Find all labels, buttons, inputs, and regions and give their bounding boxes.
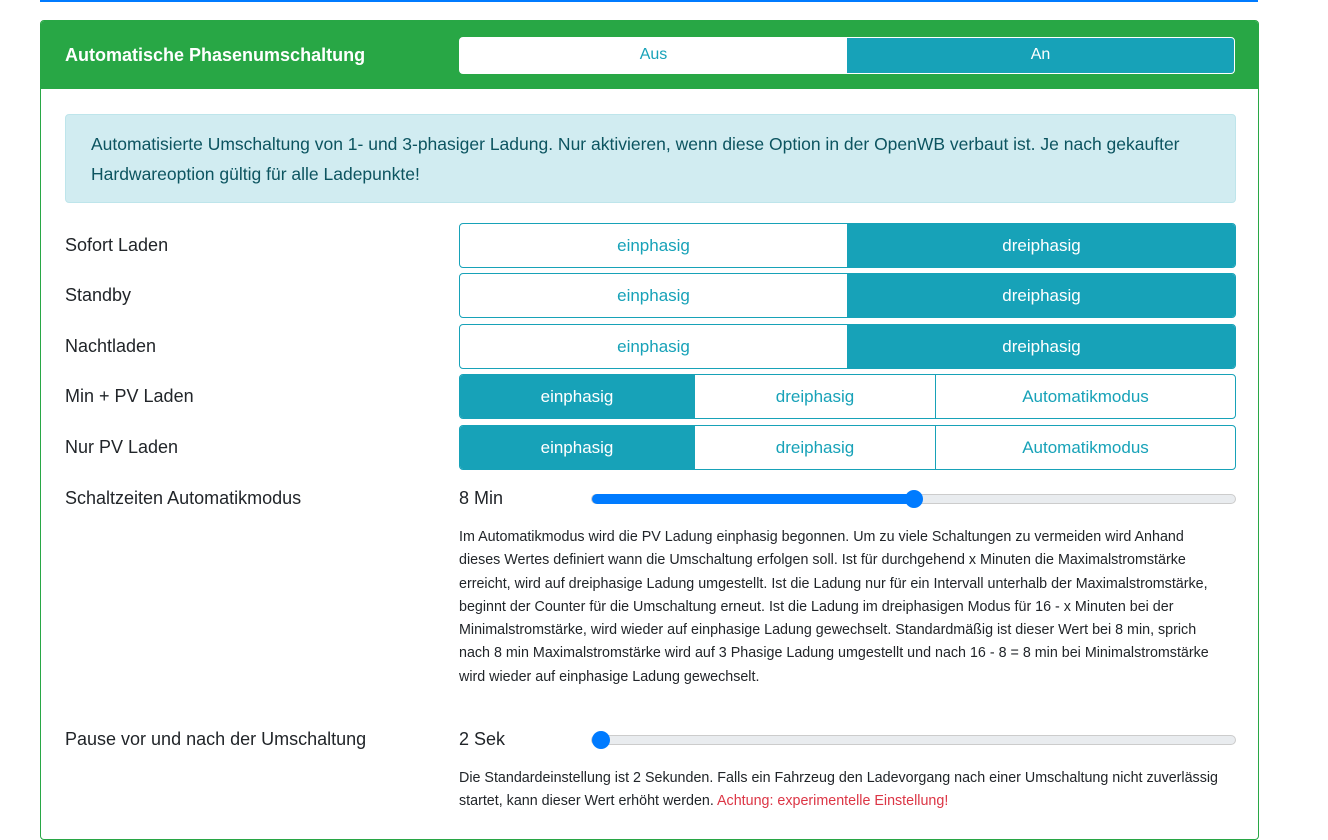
phase-row: Standby einphasig dreiphasig (65, 273, 1236, 318)
phase-row: Nur PV Laden einphasig dreiphasig Automatik… (65, 425, 1236, 470)
phase-switch-toggle: Aus An (459, 36, 1235, 74)
phase-option-group: einphasig dreiphasig (459, 223, 1236, 268)
phase-option-button[interactable]: einphasig (460, 224, 848, 267)
phase-row: Min + PV Laden einphasig dreiphasig Automat… (65, 374, 1236, 419)
phase-option-group: einphasig dreiphasig Automatikmodus (459, 374, 1236, 419)
phase-row: Sofort Laden einphasig dreiphasig (65, 223, 1236, 268)
phase-option-button[interactable]: Automatikmodus (936, 375, 1235, 418)
phase-option-button[interactable]: einphasig (460, 274, 848, 317)
switch-time-slider[interactable] (591, 489, 1236, 508)
phase-option-button[interactable]: dreiphasig (695, 375, 936, 418)
switch-time-row: Schaltzeiten Automatikmodus 8 Min (65, 488, 1236, 509)
phase-row-label: Min + PV Laden (65, 386, 194, 406)
slider-fill (592, 493, 914, 504)
phase-switch-card: Automatische Phasenumschaltung Aus An Au… (40, 20, 1259, 840)
switch-time-label: Schaltzeiten Automatikmodus (65, 488, 302, 508)
pause-slider[interactable] (591, 730, 1236, 749)
phase-row-label: Nachtladen (65, 336, 157, 356)
pause-help: Die Standardeinstellung ist 2 Sekunden. … (459, 767, 1219, 814)
phase-row-label: Sofort Laden (65, 235, 169, 255)
phase-option-button[interactable]: dreiphasig (848, 325, 1235, 368)
phase-option-group: einphasig dreiphasig Automatikmodus (459, 425, 1236, 470)
phase-option-button[interactable]: dreiphasig (848, 274, 1235, 317)
toggle-off-button[interactable]: Aus (460, 38, 847, 73)
pause-value: 2 Sek (459, 729, 506, 749)
phase-row-label: Nur PV Laden (65, 437, 179, 457)
phase-row-label: Standby (65, 285, 132, 305)
phase-option-group: einphasig dreiphasig (459, 273, 1236, 318)
switch-time-help: Im Automatikmodus wird die PV Ladung ein… (459, 529, 1209, 685)
slider-thumb[interactable] (904, 489, 923, 508)
card-header: Automatische Phasenumschaltung Aus An (41, 21, 1258, 89)
phase-option-button[interactable]: einphasig (460, 325, 848, 368)
info-alert: Automatisierte Umschaltung von 1- und 3-… (65, 114, 1236, 203)
phase-option-button[interactable]: einphasig (460, 375, 695, 418)
phase-option-group: einphasig dreiphasig (459, 324, 1236, 369)
card-title: Automatische Phasenumschaltung (65, 44, 366, 65)
pause-row: Pause vor und nach der Umschaltung 2 Sek (65, 729, 1236, 750)
top-divider (40, 0, 1258, 2)
pause-label: Pause vor und nach der Umschaltung (65, 729, 367, 749)
toggle-on-button[interactable]: An (847, 37, 1234, 73)
phase-option-button[interactable]: dreiphasig (848, 224, 1235, 267)
phase-row: Nachtladen einphasig dreiphasig (65, 324, 1236, 369)
phase-option-button[interactable]: Automatikmodus (936, 426, 1235, 469)
phase-option-button[interactable]: dreiphasig (695, 426, 936, 469)
slider-thumb[interactable] (592, 730, 610, 749)
phase-option-button[interactable]: einphasig (460, 426, 695, 469)
switch-time-value: 8 Min (459, 488, 504, 508)
pause-warning: Achtung: experimentelle Einstellung! (717, 793, 949, 810)
